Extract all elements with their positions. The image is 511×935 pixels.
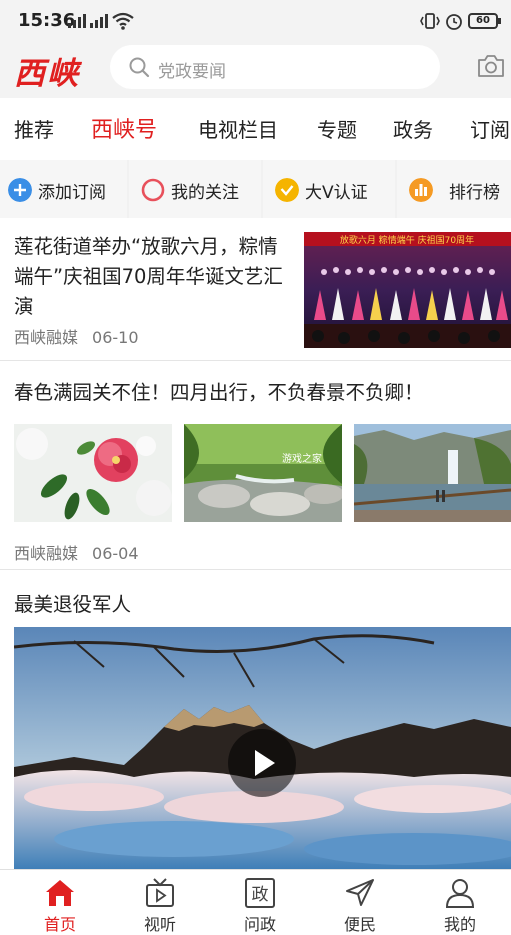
news-title[interactable]: 最美退役军人 [14, 588, 131, 617]
camellia-image [14, 424, 172, 522]
news-meta: 西峡融媒 06-04 [14, 540, 139, 564]
signal-icon-2 [90, 14, 110, 28]
play-icon [255, 750, 275, 776]
waterfall-image [354, 424, 511, 522]
stage-performance-image: 放歌六月 粽情端午 庆祖国70周年 [304, 232, 511, 348]
nav-home[interactable]: 首页 [10, 870, 110, 935]
nav-label: 首页 [43, 915, 76, 934]
news-date: 06-10 [92, 328, 139, 347]
zheng-icon: 政 [245, 878, 275, 908]
video-thumbnail[interactable] [14, 627, 511, 869]
nav-label: 我的 [443, 915, 476, 934]
add-subscription-label: 添加订阅 [38, 183, 106, 203]
ring-icon [141, 178, 165, 202]
news-item[interactable]: 春色满园关不住！四月出行，不负春景不负卿！ 游戏之家 西峡融媒 06-04 [0, 362, 511, 570]
nav-label: 便民 [343, 915, 376, 934]
home-icon [46, 880, 74, 906]
nav-wenzheng[interactable]: 政 问政 [210, 870, 310, 935]
news-title: 春色满园关不住！四月出行，不负春景不负卿！ [14, 381, 424, 404]
plus-circle-icon [8, 178, 32, 202]
search-placeholder: 党政要闻 [158, 62, 226, 82]
alarm-icon [446, 14, 462, 30]
nav-label: 视听 [143, 915, 176, 934]
tab-tv-programs[interactable]: 电视栏目 [198, 114, 278, 143]
status-bar: 15:36 60 [0, 0, 511, 42]
nav-media[interactable]: 视听 [110, 870, 210, 935]
tab-subscribe[interactable]: 订阅 [470, 114, 510, 143]
news-image-waterfall [354, 424, 511, 522]
play-button[interactable] [228, 729, 296, 797]
news-thumbnail: 放歌六月 粽情端午 庆祖国70周年 [304, 232, 511, 348]
tab-topics[interactable]: 专题 [317, 114, 357, 143]
check-badge-icon [275, 178, 299, 202]
vibrate-icon [420, 13, 440, 29]
signal-icon [68, 14, 88, 28]
stage-banner-text: 放歌六月 粽情端午 庆祖国70周年 [340, 234, 474, 246]
camera-icon[interactable] [476, 52, 506, 80]
news-image-stream: 游戏之家 [184, 424, 342, 522]
tab-government[interactable]: 政务 [393, 114, 433, 143]
quick-actions: 添加订阅 我的关注 大V认证 排行榜 [0, 160, 511, 218]
news-source: 西峡融媒 [14, 544, 79, 563]
channel-tabs: 推荐 西峡号 电视栏目 专题 政务 订阅 [0, 98, 511, 158]
stream-image: 游戏之家 [184, 424, 342, 522]
news-source: 西峡融媒 [14, 328, 79, 347]
svg-text:政: 政 [252, 885, 269, 905]
nav-convenience[interactable]: 便民 [310, 870, 410, 935]
nav-mine[interactable]: 我的 [410, 870, 510, 935]
app-logo[interactable]: 西峡 [14, 48, 80, 93]
news-meta: 西峡融媒 06-10 [14, 324, 139, 348]
ranking-button[interactable]: 排行榜 [397, 160, 511, 218]
status-time: 15:36 [18, 10, 76, 31]
news-image-camellia [14, 424, 172, 522]
person-icon [445, 879, 475, 908]
news-item[interactable]: 莲花街道举办“放歌六月，粽情端午”庆祖国70周年华诞文艺汇演 西峡融媒 06-10… [0, 218, 511, 361]
search-bar[interactable]: 党政要闻 [110, 45, 440, 89]
ranking-label: 排行榜 [449, 183, 500, 203]
watermark-text: 游戏之家 [282, 452, 322, 465]
news-title: 莲花街道举办“放歌六月，粽情端午”庆祖国70周年华诞文艺汇演 [14, 235, 283, 318]
wifi-icon [112, 12, 134, 30]
tab-xixiahao[interactable]: 西峡号 [91, 112, 157, 144]
search-icon [129, 57, 150, 78]
add-subscription-button[interactable]: 添加订阅 [0, 160, 127, 218]
send-icon [346, 879, 374, 906]
ranking-icon [409, 178, 433, 202]
news-date: 06-04 [92, 544, 139, 563]
my-follows-label: 我的关注 [171, 183, 239, 203]
my-follows-button[interactable]: 我的关注 [129, 160, 261, 218]
bottom-nav: 首页 视听 政 问政 便民 我的 [0, 869, 511, 935]
tab-recommend[interactable]: 推荐 [14, 114, 54, 143]
battery-icon: 60 [468, 13, 501, 29]
app-header: 西峡 党政要闻 [0, 42, 511, 98]
nav-label: 问政 [243, 915, 276, 934]
bigv-verify-label: 大V认证 [305, 183, 368, 203]
bigv-verify-button[interactable]: 大V认证 [263, 160, 395, 218]
tv-icon [146, 878, 174, 907]
